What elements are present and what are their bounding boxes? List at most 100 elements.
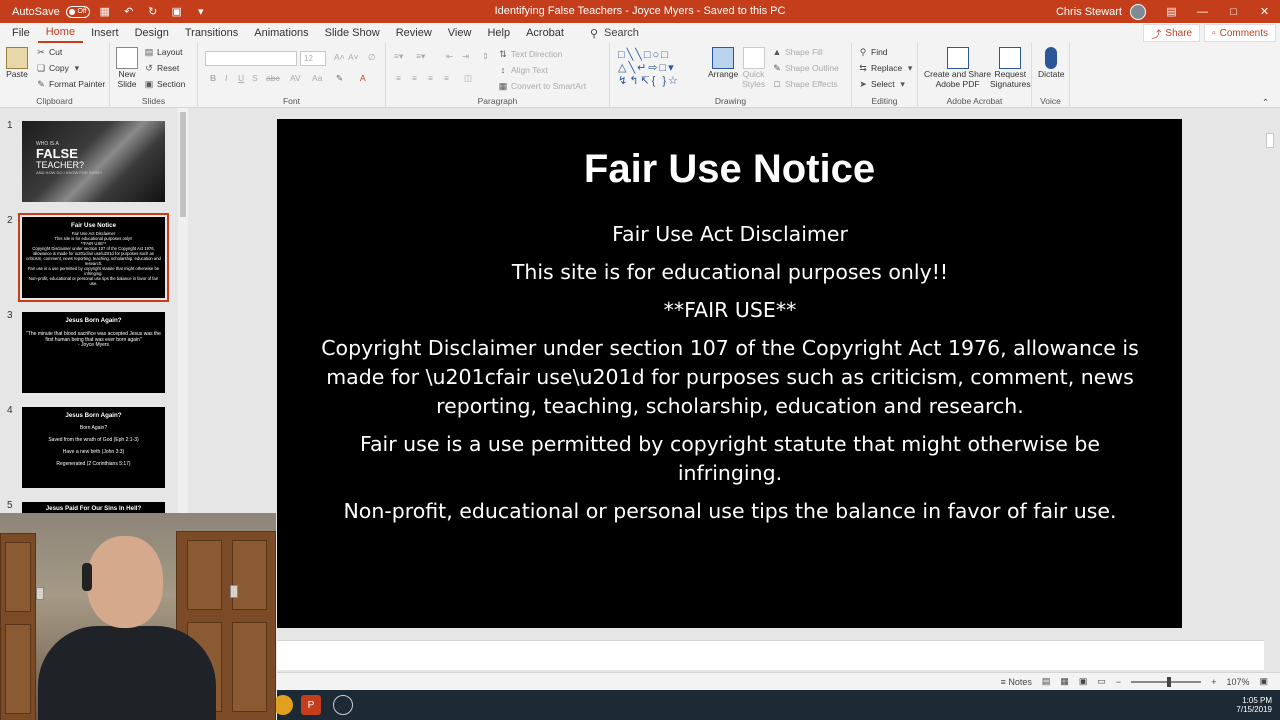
slide-thumbnail-1[interactable]: WHO IS A FALSE TEACHER? AND HOW DO I KNO…: [22, 121, 165, 202]
slide-thumbnail-2[interactable]: Fair Use Notice Fair Use Act Disclaimer …: [18, 213, 169, 302]
reading-view-icon[interactable]: ▣: [1079, 676, 1088, 687]
save-icon[interactable]: ▦: [96, 4, 114, 20]
tab-help[interactable]: Help: [479, 23, 518, 43]
slide-body[interactable]: Fair Use Act Disclaimer This site is for…: [305, 220, 1155, 535]
align-center-icon[interactable]: ≡: [412, 73, 417, 83]
fit-to-window-icon[interactable]: ▣: [1259, 676, 1268, 687]
justify-icon[interactable]: ≡: [444, 73, 449, 83]
reset-button[interactable]: ↺ Reset: [144, 63, 179, 73]
scrollbar-thumb[interactable]: [180, 112, 186, 217]
minimize-icon[interactable]: —: [1187, 0, 1218, 23]
tab-home[interactable]: Home: [37, 23, 84, 43]
slide-thumbnail-5[interactable]: Jesus Paid For Our Sins In Hell?: [22, 502, 165, 513]
decrease-indent-icon[interactable]: ⇤: [446, 51, 453, 62]
notes-button[interactable]: ≡ Notes: [1001, 677, 1032, 687]
tab-design[interactable]: Design: [127, 23, 177, 43]
increase-font-icon[interactable]: A˄: [334, 52, 345, 62]
bullets-icon[interactable]: ≡▾: [394, 51, 403, 62]
zoom-in-icon[interactable]: +: [1211, 677, 1216, 687]
search-box[interactable]: ⚲ Search: [590, 27, 639, 40]
change-case-icon[interactable]: Aa: [312, 73, 322, 83]
slide-title[interactable]: Fair Use Notice: [277, 147, 1182, 192]
normal-view-icon[interactable]: ▤: [1042, 676, 1051, 687]
slideshow-icon[interactable]: ▭: [1097, 676, 1106, 687]
shape-effects-button[interactable]: □ Shape Effects: [772, 79, 838, 89]
tab-insert[interactable]: Insert: [83, 23, 127, 43]
format-painter-button[interactable]: ✎ Format Painter: [36, 79, 105, 89]
italic-icon[interactable]: I: [225, 73, 227, 83]
text-direction-button[interactable]: ⇅ Text Direction: [498, 49, 562, 59]
shapes-gallery[interactable]: □╲╲□○□ △╲↵⇨□▾ ↯↰↸{ }☆: [618, 48, 680, 87]
user-name[interactable]: Chris Stewart: [1056, 6, 1122, 18]
ribbon-display-options-icon[interactable]: ▤: [1156, 0, 1187, 23]
slide-scrollbar[interactable]: [1264, 108, 1276, 628]
zoom-slider[interactable]: [1131, 676, 1202, 687]
dictate-button[interactable]: Dictate: [1038, 47, 1064, 79]
layout-button[interactable]: ▤ Layout: [144, 47, 183, 57]
font-color-icon[interactable]: A: [360, 73, 366, 83]
zoom-slider-thumb[interactable]: [1167, 676, 1172, 687]
cut-button[interactable]: ✂ Cut: [36, 47, 62, 57]
new-slide-button[interactable]: New Slide: [116, 47, 138, 89]
chrome-icon[interactable]: [273, 695, 293, 715]
create-share-pdf-button[interactable]: Create and Share Adobe PDF: [924, 47, 991, 89]
slide-canvas[interactable]: Fair Use Notice Fair Use Act Disclaimer …: [277, 119, 1182, 628]
autosave-toggle[interactable]: Off: [65, 5, 90, 18]
powerpoint-icon[interactable]: P: [301, 695, 321, 715]
line-spacing-icon[interactable]: ⇕: [482, 51, 489, 62]
recorder-icon[interactable]: [333, 695, 353, 715]
quick-styles-button[interactable]: Quick Styles: [742, 47, 765, 89]
font-name-field[interactable]: [205, 51, 297, 66]
align-text-button[interactable]: ↕ Align Text: [498, 65, 548, 75]
shape-fill-button[interactable]: ▲ Shape Fill: [772, 47, 823, 57]
clear-formatting-icon[interactable]: ∅: [368, 52, 375, 63]
avatar[interactable]: [1130, 3, 1146, 20]
redo-icon[interactable]: ↻: [144, 4, 162, 20]
paste-button[interactable]: Paste: [6, 47, 28, 79]
char-spacing-icon[interactable]: AV: [290, 73, 301, 83]
tab-review[interactable]: Review: [388, 23, 440, 43]
decrease-font-icon[interactable]: A˅: [348, 52, 359, 62]
copy-button[interactable]: ❏ Copy ▾: [36, 63, 82, 73]
undo-icon[interactable]: ↶: [120, 4, 138, 20]
underline-icon[interactable]: U: [238, 73, 244, 83]
arrange-button[interactable]: Arrange: [708, 47, 738, 79]
font-size-field[interactable]: 12: [300, 51, 326, 66]
thumbnail-scrollbar[interactable]: [178, 108, 188, 513]
tab-slide-show[interactable]: Slide Show: [317, 23, 388, 43]
strikethrough-icon[interactable]: abc: [266, 73, 280, 83]
share-button[interactable]: ⤴ Share: [1143, 24, 1201, 42]
increase-indent-icon[interactable]: ⇥: [462, 51, 469, 62]
highlight-icon[interactable]: ✎: [336, 73, 343, 84]
bold-icon[interactable]: B: [210, 73, 216, 83]
numbering-icon[interactable]: ≡▾: [416, 51, 425, 62]
tab-acrobat[interactable]: Acrobat: [518, 23, 572, 43]
request-signatures-button[interactable]: Request Signatures: [990, 47, 1031, 89]
select-button[interactable]: ➤ Select ▾: [858, 79, 908, 89]
notes-pane[interactable]: [277, 640, 1264, 670]
tab-file[interactable]: File: [4, 23, 38, 43]
system-clock[interactable]: 1:05 PM 7/15/2019: [1236, 696, 1272, 714]
slide-thumbnail-3[interactable]: Jesus Born Again? "The minute that blood…: [22, 312, 165, 393]
align-left-icon[interactable]: ≡: [396, 73, 401, 83]
zoom-level[interactable]: 107%: [1226, 677, 1249, 687]
tab-animations[interactable]: Animations: [246, 23, 316, 43]
replace-button[interactable]: ⇆ Replace ▾: [858, 63, 915, 73]
slide-thumbnail-4[interactable]: Jesus Born Again? Born Again? Saved from…: [22, 407, 165, 488]
shape-outline-button[interactable]: ✎ Shape Outline: [772, 63, 839, 73]
tab-transitions[interactable]: Transitions: [177, 23, 246, 43]
section-button[interactable]: ▣ Section: [144, 79, 186, 89]
zoom-out-icon[interactable]: −: [1116, 677, 1121, 687]
shadow-icon[interactable]: S: [252, 73, 258, 83]
maximize-icon[interactable]: □: [1218, 0, 1249, 23]
slide-sorter-icon[interactable]: ▦: [1060, 676, 1069, 687]
close-icon[interactable]: ✕: [1249, 0, 1280, 23]
convert-smartart-button[interactable]: ▦ Convert to SmartArt: [498, 81, 586, 91]
columns-icon[interactable]: ◫: [464, 73, 472, 84]
tab-view[interactable]: View: [440, 23, 480, 43]
find-button[interactable]: ⚲ Find: [858, 47, 888, 57]
present-icon[interactable]: ▣: [168, 4, 186, 20]
scrollbar-thumb[interactable]: [1266, 133, 1274, 148]
collapse-ribbon-icon[interactable]: ⌃: [1262, 97, 1269, 108]
comments-button[interactable]: ▫ Comments: [1204, 24, 1276, 42]
